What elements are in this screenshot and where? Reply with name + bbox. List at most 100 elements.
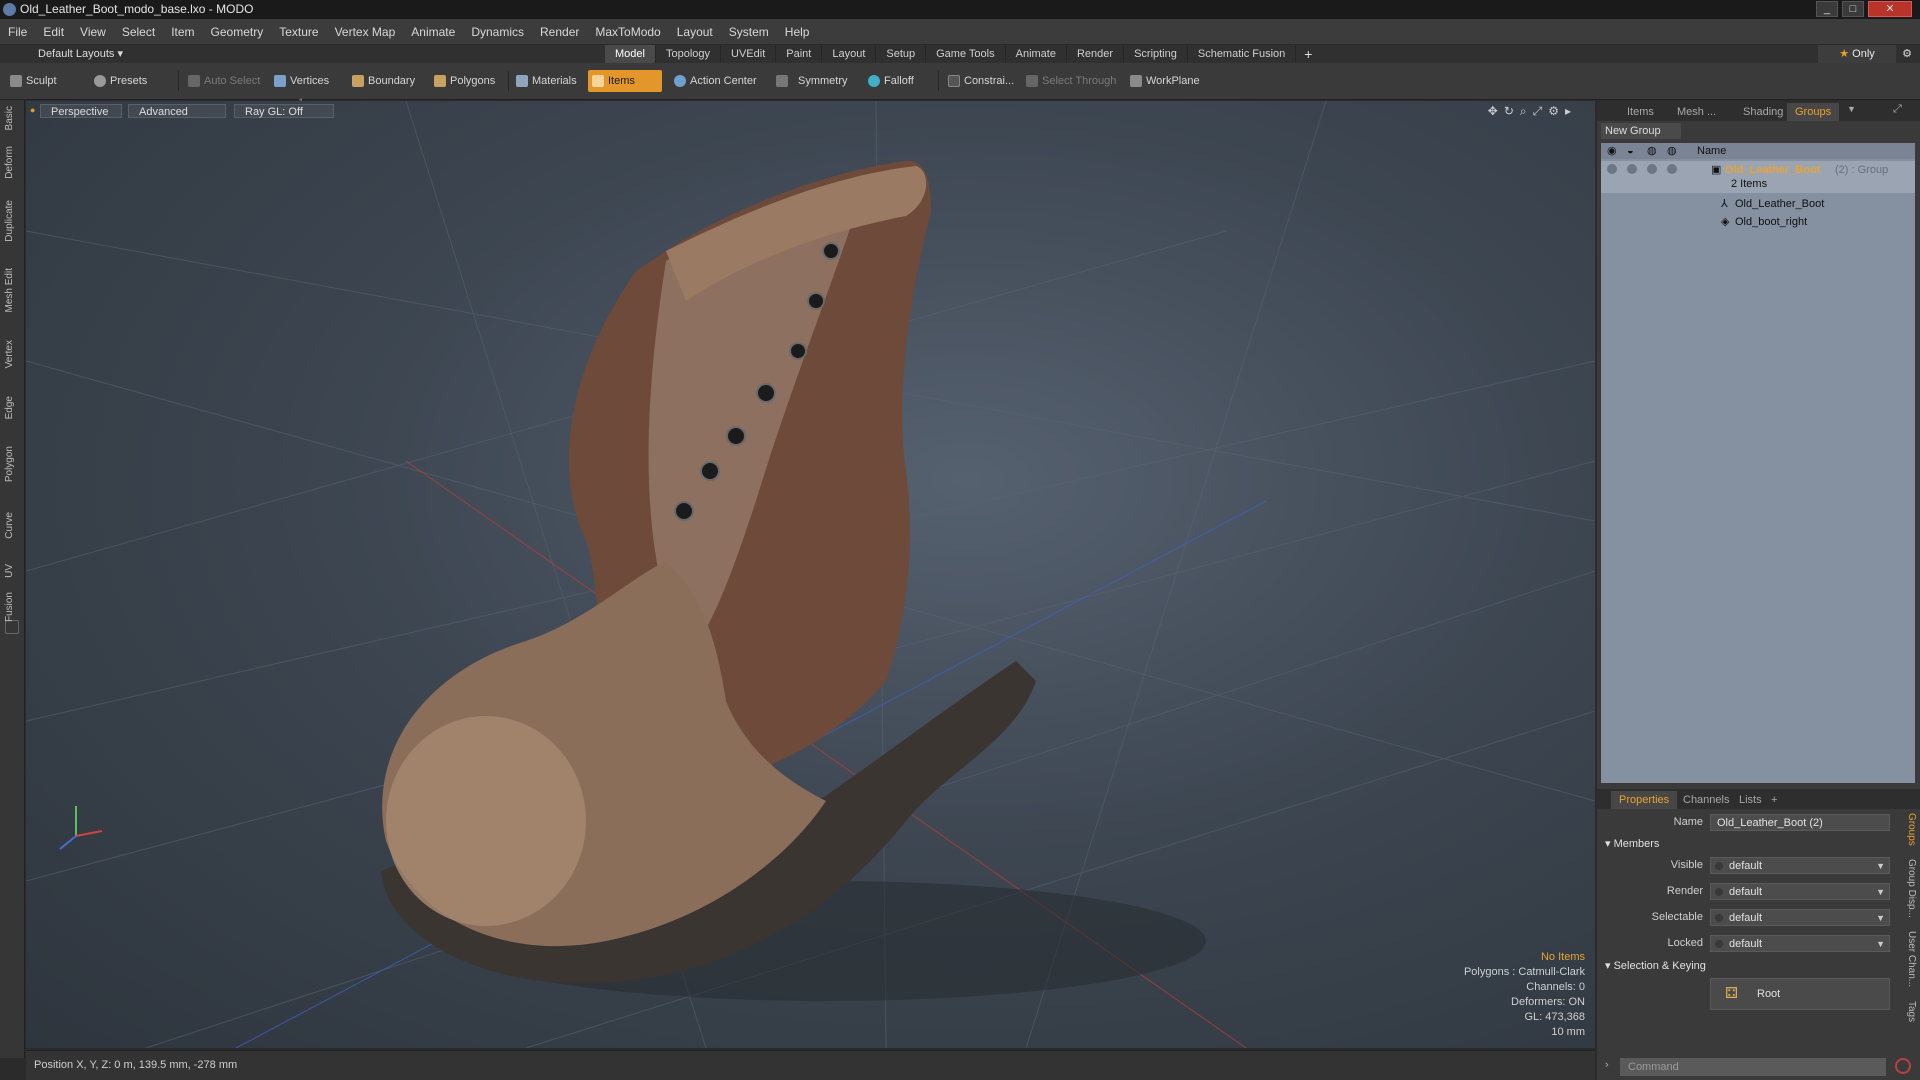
maximize-button[interactable]: □ [1842, 1, 1864, 17]
menu-item-item[interactable]: Item [163, 19, 202, 45]
minimize-button[interactable]: _ [1816, 1, 1838, 17]
tab-shading[interactable]: Shading [1735, 103, 1791, 121]
members-section[interactable]: ▾ Members [1605, 837, 1659, 850]
stop-icon[interactable] [1895, 1058, 1911, 1074]
tab-paint[interactable]: Paint [776, 45, 823, 63]
left-tab-vertex[interactable]: Vertex [4, 340, 20, 368]
name-field[interactable]: Old_Leather_Boot (2) [1710, 814, 1890, 831]
advanced-button[interactable]: Advanced [128, 104, 226, 118]
close-button[interactable]: ✕ [1868, 1, 1912, 17]
action-center-button[interactable]: Action Center [670, 70, 760, 92]
left-tab-curve[interactable]: Curve [4, 512, 20, 539]
vertices-button[interactable]: Vertices 1 [270, 70, 344, 109]
menu-item-render[interactable]: Render [532, 19, 587, 45]
raygl-button[interactable]: Ray GL: Off [234, 104, 334, 118]
tab-scripting[interactable]: Scripting [1124, 45, 1188, 63]
tree-row-child[interactable]: ◈ Old_boot_right [1601, 213, 1915, 231]
menu-item-vertex-map[interactable]: Vertex Map [327, 19, 404, 45]
side-tab-tags[interactable]: Tags [1901, 1001, 1917, 1022]
tab-animate[interactable]: Animate [1006, 45, 1067, 63]
lock-toggle[interactable] [1647, 164, 1657, 174]
left-tab-duplicate[interactable]: Duplicate [4, 200, 20, 242]
presets-button[interactable]: Presets [90, 70, 170, 92]
menu-item-system[interactable]: System [721, 19, 777, 45]
workplane-button[interactable]: WorkPlane [1126, 70, 1206, 92]
lock-icon[interactable]: ◍ [1647, 143, 1657, 159]
select-toggle[interactable] [1667, 164, 1677, 174]
auto-select-label: Auto Select [204, 75, 261, 87]
left-tab-basic[interactable]: Basic [4, 106, 20, 130]
left-tab-edge[interactable]: Edge [4, 396, 20, 419]
tree-row-group[interactable]: ▣ Old_Leather_Boot (2) : Group 2 Items [1601, 161, 1915, 193]
tab-render[interactable]: Render [1067, 45, 1125, 63]
symmetry-button[interactable]: Symmetry [772, 70, 852, 92]
selectable-dropdown[interactable]: default ▼ [1710, 909, 1890, 926]
select-through-button[interactable]: Select Through [1022, 70, 1118, 92]
add-tab-button[interactable]: + [1763, 791, 1785, 809]
menu-item-texture[interactable]: Texture [271, 19, 326, 45]
tab-channels[interactable]: Channels [1675, 791, 1737, 809]
constraints-button[interactable]: Constrai... [944, 70, 1020, 92]
render-icon[interactable]: ◒ [1627, 143, 1634, 159]
boundary-button[interactable]: Boundary [348, 70, 428, 92]
tab-groups[interactable]: Groups [1787, 103, 1840, 121]
materials-button[interactable]: Materials [512, 70, 582, 92]
menu-item-edit[interactable]: Edit [35, 19, 72, 45]
sculpt-button[interactable]: Sculpt [6, 70, 86, 92]
command-input[interactable]: Command [1620, 1058, 1886, 1076]
add-tab-icon[interactable]: + [1296, 45, 1320, 63]
render-toggle[interactable] [1627, 164, 1637, 174]
locked-dropdown[interactable]: default ▼ [1710, 935, 1890, 952]
viewport-nav-icons[interactable]: ✥↻⌕⤢⚙▸ [1488, 104, 1577, 119]
only-toggle[interactable]: ★ Only [1818, 45, 1896, 63]
falloff-button[interactable]: Falloff [864, 70, 934, 92]
new-group-button[interactable]: New Group [1601, 123, 1681, 139]
selection-keying-section[interactable]: ▾ Selection & Keying [1605, 959, 1706, 972]
tab-model[interactable]: Model [605, 45, 656, 63]
select-icon[interactable]: ◍ [1667, 143, 1677, 159]
tab-game-tools[interactable]: Game Tools [926, 45, 1006, 63]
side-tab-user-channels[interactable]: User Chan... [1901, 931, 1917, 987]
menu-item-view[interactable]: View [72, 19, 114, 45]
tab-uvedit[interactable]: UVEdit [721, 45, 777, 63]
eye-icon[interactable]: ◉ [1607, 143, 1617, 159]
expand-icon[interactable]: ⤢ [1893, 103, 1902, 116]
side-tab-groups[interactable]: Groups [1901, 813, 1917, 846]
menu-item-layout[interactable]: Layout [669, 19, 721, 45]
tab-mesh[interactable]: Mesh ... [1669, 103, 1724, 121]
menu-item-maxtomodo[interactable]: MaxToModo [587, 19, 668, 45]
left-tab-polygon[interactable]: Polygon [4, 446, 20, 482]
menu-item-dynamics[interactable]: Dynamics [463, 19, 532, 45]
toggle-panel-button[interactable] [5, 620, 19, 634]
viewport-menu-icon[interactable]: ● [30, 105, 35, 115]
tree-row-child[interactable]: ⅄ Old_Leather_Boot [1601, 195, 1915, 213]
tab-topology[interactable]: Topology [656, 45, 722, 63]
tab-properties[interactable]: Properties [1611, 791, 1678, 809]
menu-item-file[interactable]: File [0, 19, 35, 45]
left-tab-uv[interactable]: UV [4, 564, 20, 578]
menu-item-help[interactable]: Help [777, 19, 818, 45]
menu-item-geometry[interactable]: Geometry [203, 19, 272, 45]
tab-layout[interactable]: Layout [822, 45, 877, 63]
left-tab-mesh-edit[interactable]: Mesh Edit [4, 268, 20, 312]
visibility-toggle[interactable] [1607, 164, 1617, 174]
menu-item-select[interactable]: Select [114, 19, 163, 45]
auto-select-button[interactable]: Auto Select [184, 70, 268, 92]
render-dropdown[interactable]: default ▼ [1710, 883, 1890, 900]
root-button[interactable]: ⚃ Root [1710, 978, 1890, 1010]
left-tab-deform[interactable]: Deform [4, 146, 20, 179]
side-tab-group-display[interactable]: Group Disp... [1901, 859, 1917, 918]
visible-dropdown[interactable]: default ▼ [1710, 857, 1890, 874]
3d-viewport[interactable]: ● Perspective Advanced Ray GL: Off ✥↻⌕⤢⚙… [26, 101, 1595, 1048]
menu-item-animate[interactable]: Animate [403, 19, 463, 45]
default-layouts-dropdown[interactable]: Default Layouts ▾ [14, 45, 123, 63]
perspective-button[interactable]: Perspective [40, 104, 122, 118]
gear-icon[interactable]: ⚙ [1896, 45, 1918, 63]
items-button[interactable]: Items [588, 70, 662, 92]
tabs-dropdown-icon[interactable]: ▼ [1847, 104, 1856, 114]
polygons-button[interactable]: Polygons [430, 70, 506, 92]
left-tab-fusion[interactable]: Fusion [4, 592, 20, 622]
tab-setup[interactable]: Setup [876, 45, 927, 63]
tab-items[interactable]: Items [1619, 103, 1662, 121]
tab-schematic-fusion[interactable]: Schematic Fusion [1188, 45, 1297, 63]
